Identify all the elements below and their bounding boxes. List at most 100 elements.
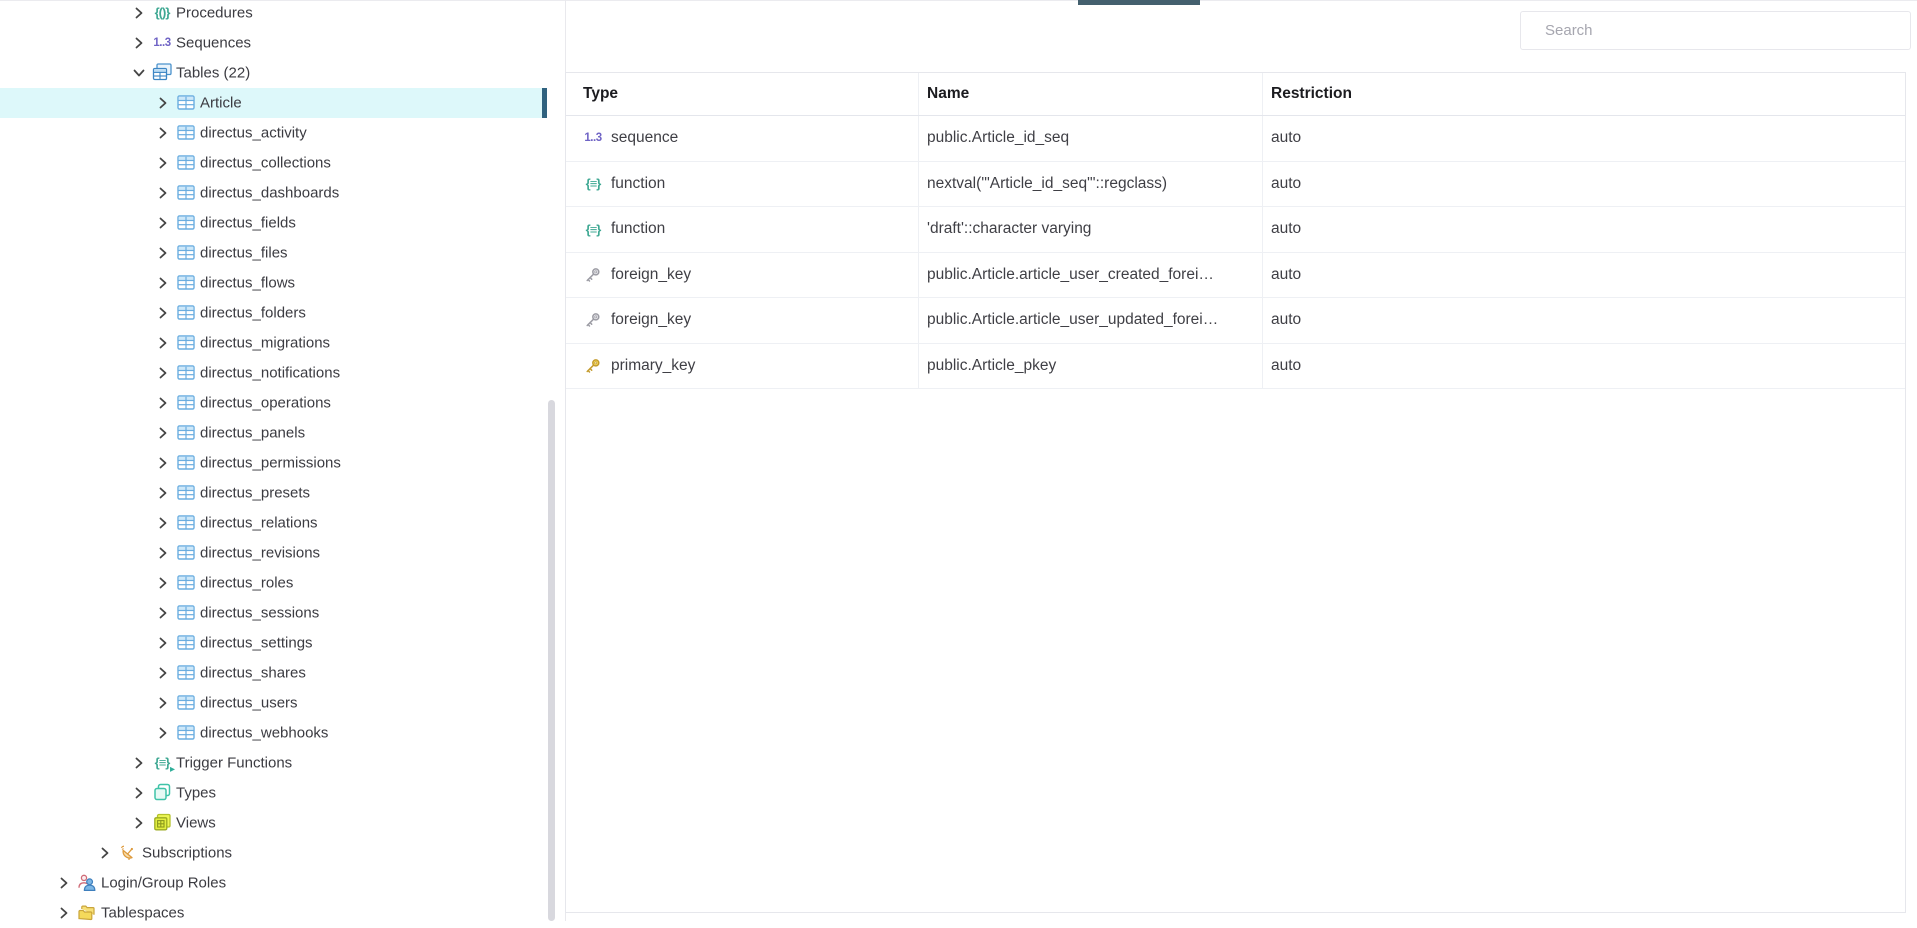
tree-item-directus-operations[interactable]: directus_operations: [0, 388, 547, 418]
cell-type: foreign_key: [566, 253, 919, 298]
chevron-right-icon[interactable]: [156, 606, 170, 620]
chevron-right-icon[interactable]: [132, 756, 146, 770]
chevron-right-icon[interactable]: [156, 726, 170, 740]
chevron-right-icon[interactable]: [156, 456, 170, 470]
tree-item-directus-folders[interactable]: directus_folders: [0, 298, 547, 328]
tree-item-directus-fields[interactable]: directus_fields: [0, 208, 547, 238]
chevron-right-icon[interactable]: [156, 216, 170, 230]
tree-item-directus-collections[interactable]: directus_collections: [0, 148, 547, 178]
chevron-right-icon[interactable]: [132, 6, 146, 20]
tree-item-directus-webhooks[interactable]: directus_webhooks: [0, 718, 547, 748]
tables-icon: [152, 63, 172, 82]
tree-item-sequences[interactable]: 1..3Sequences: [0, 28, 547, 58]
tree-item-types[interactable]: Types: [0, 778, 547, 808]
tree-item-trigger-functions[interactable]: {≡}▸Trigger Functions: [0, 748, 547, 778]
type-label: function: [611, 175, 665, 193]
tree-item-label: directus_sessions: [200, 605, 319, 622]
tree-item-directus-permissions[interactable]: directus_permissions: [0, 448, 547, 478]
object-explorer-tree: {()}Procedures1..3Sequences Tables (22) Ar…: [0, 0, 547, 928]
table-icon: [176, 273, 196, 292]
tree-item-directus-sessions[interactable]: directus_sessions: [0, 598, 547, 628]
chevron-right-icon[interactable]: [156, 96, 170, 110]
table-icon: [176, 183, 196, 202]
tree-item-procedures[interactable]: {()}Procedures: [0, 0, 547, 28]
chevron-right-icon[interactable]: [98, 846, 112, 860]
chevron-right-icon[interactable]: [132, 816, 146, 830]
table-row[interactable]: foreign_keypublic.Article.article_user_c…: [566, 253, 1905, 299]
tree-item-directus-dashboards[interactable]: directus_dashboards: [0, 178, 547, 208]
tree-scrollbar-thumb[interactable]: [548, 400, 555, 921]
tree-item-label: Tables (22): [176, 65, 250, 82]
search-input[interactable]: [1520, 11, 1911, 50]
table-row[interactable]: {≡}function'draft'::character varyingaut…: [566, 207, 1905, 253]
chevron-right-icon[interactable]: [156, 126, 170, 140]
tree-item-directus-files[interactable]: directus_files: [0, 238, 547, 268]
tree-item-views[interactable]: Views: [0, 808, 547, 838]
chevron-right-icon[interactable]: [132, 36, 146, 50]
tree-item-login-group-roles[interactable]: Login/Group Roles: [0, 868, 547, 898]
chevron-right-icon[interactable]: [156, 696, 170, 710]
subscriptions-icon: [118, 843, 138, 862]
chevron-right-icon[interactable]: [156, 156, 170, 170]
tree-item-directus-roles[interactable]: directus_roles: [0, 568, 547, 598]
table-row[interactable]: foreign_keypublic.Article.article_user_u…: [566, 298, 1905, 344]
chevron-right-icon[interactable]: [156, 396, 170, 410]
chevron-right-icon[interactable]: [156, 336, 170, 350]
tree-item-subscriptions[interactable]: Subscriptions: [0, 838, 547, 868]
tree-item-directus-activity[interactable]: directus_activity: [0, 118, 547, 148]
tree-item-label: directus_presets: [200, 485, 310, 502]
tree-item-directus-migrations[interactable]: directus_migrations: [0, 328, 547, 358]
chevron-right-icon[interactable]: [156, 366, 170, 380]
tree-item-directus-flows[interactable]: directus_flows: [0, 268, 547, 298]
sequence-icon: 1..3: [583, 128, 603, 148]
chevron-right-icon[interactable]: [156, 666, 170, 680]
cell-name: public.Article_pkey: [919, 344, 1263, 389]
chevron-right-icon[interactable]: [156, 186, 170, 200]
tree-item-directus-relations[interactable]: directus_relations: [0, 508, 547, 538]
tree-item-directus-presets[interactable]: directus_presets: [0, 478, 547, 508]
chevron-right-icon[interactable]: [156, 276, 170, 290]
tree-item-directus-shares[interactable]: directus_shares: [0, 658, 547, 688]
tree-item-directus-users[interactable]: directus_users: [0, 688, 547, 718]
types-icon: [152, 783, 172, 802]
cell-type: {≡}function: [566, 162, 919, 207]
tree-item-tablespaces[interactable]: Tablespaces: [0, 898, 547, 928]
chevron-right-icon[interactable]: [156, 546, 170, 560]
tree-item-directus-settings[interactable]: directus_settings: [0, 628, 547, 658]
cell-restriction: auto: [1263, 162, 1905, 207]
foreign-key-icon: [583, 311, 603, 329]
table-icon: [176, 363, 196, 382]
tree-item-directus-panels[interactable]: directus_panels: [0, 418, 547, 448]
table-icon: [176, 633, 196, 652]
login-group-roles-icon: [77, 873, 97, 892]
table-icon: [176, 453, 196, 472]
table-header-row: Type Name Restriction: [566, 73, 1905, 116]
chevron-right-icon[interactable]: [132, 786, 146, 800]
chevron-right-icon[interactable]: [57, 876, 71, 890]
tree-item-directus-revisions[interactable]: directus_revisions: [0, 538, 547, 568]
table-icon: [176, 213, 196, 232]
chevron-down-icon[interactable]: [132, 66, 146, 80]
chevron-right-icon[interactable]: [156, 516, 170, 530]
table-row[interactable]: 1..3sequencepublic.Article_id_seqauto: [566, 116, 1905, 162]
tree-item-label: directus_users: [200, 695, 298, 712]
table-row[interactable]: primary_keypublic.Article_pkeyauto: [566, 344, 1905, 390]
chevron-right-icon[interactable]: [156, 306, 170, 320]
tree-item-article[interactable]: Article: [0, 88, 547, 118]
chevron-right-icon[interactable]: [156, 636, 170, 650]
table-row[interactable]: {≡}functionnextval('"Article_id_seq"'::r…: [566, 162, 1905, 208]
chevron-right-icon[interactable]: [156, 246, 170, 260]
cell-restriction: auto: [1263, 298, 1905, 343]
trigger-functions-icon: {≡}▸: [152, 753, 172, 772]
dependencies-grid: Type Name Restriction 1..3sequencepublic…: [565, 72, 1906, 913]
chevron-right-icon[interactable]: [156, 426, 170, 440]
chevron-right-icon[interactable]: [156, 486, 170, 500]
table-icon: [176, 243, 196, 262]
chevron-right-icon[interactable]: [156, 576, 170, 590]
tree-item-directus-notifications[interactable]: directus_notifications: [0, 358, 547, 388]
type-label: function: [611, 220, 665, 238]
chevron-right-icon[interactable]: [57, 906, 71, 920]
tree-item-tables-22[interactable]: Tables (22): [0, 58, 547, 88]
tree-item-label: directus_permissions: [200, 455, 341, 472]
cell-type: {≡}function: [566, 207, 919, 252]
